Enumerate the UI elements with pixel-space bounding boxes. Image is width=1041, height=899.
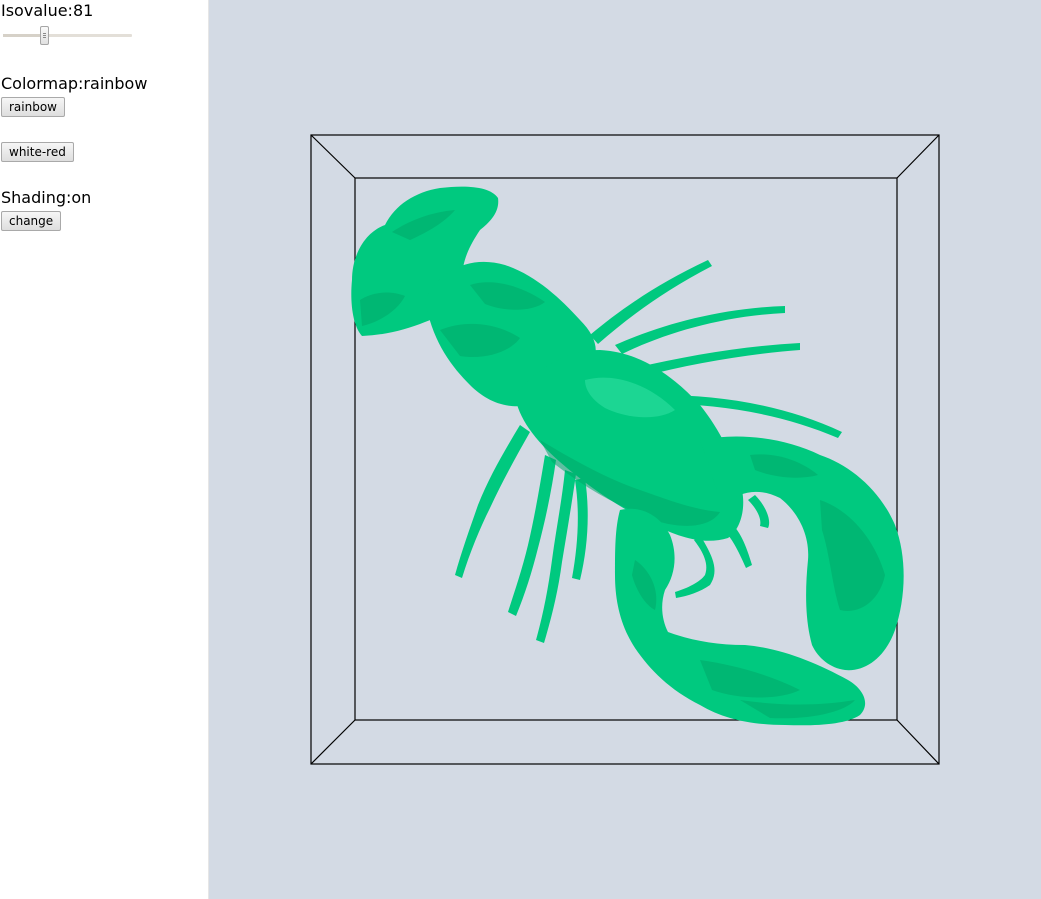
slider-fill: [3, 34, 44, 37]
isovalue-slider[interactable]: [3, 25, 133, 47]
render-viewport[interactable]: [209, 0, 1041, 899]
shading-label: Shading:on: [1, 188, 92, 207]
white-red-button[interactable]: white-red: [1, 142, 74, 162]
colormap-label: Colormap:rainbow: [1, 74, 148, 93]
control-panel: Isovalue:81 Colormap:rainbow rainbow whi…: [0, 0, 209, 899]
lobster-isosurface: [351, 186, 904, 726]
rainbow-button[interactable]: rainbow: [1, 97, 65, 117]
shading-change-button[interactable]: change: [1, 211, 62, 231]
isovalue-label: Isovalue:81: [1, 1, 94, 20]
slider-thumb[interactable]: [40, 26, 49, 45]
render-canvas[interactable]: [209, 0, 1041, 899]
